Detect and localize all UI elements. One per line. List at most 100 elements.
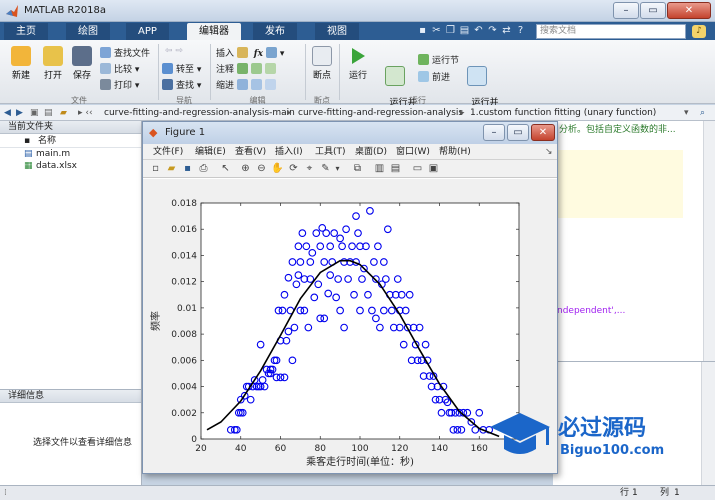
cut-icon[interactable]: ✂	[430, 24, 443, 37]
tab-publish[interactable]: 发布	[253, 23, 297, 40]
comment-button[interactable]: 注释	[216, 62, 279, 75]
y-tick-label: 0.016	[171, 225, 197, 235]
menu-insert[interactable]: 插入(I)	[275, 144, 303, 160]
path-segment[interactable]: curve-fitting-and-regression-analysis-ma…	[104, 105, 295, 121]
zoom-out-icon[interactable]: ⊖	[255, 162, 268, 175]
open-icon[interactable]: ▰	[165, 162, 178, 175]
compare-button[interactable]: 比较 ▾	[100, 62, 139, 75]
notification-icon[interactable]: ♪	[692, 25, 706, 38]
pointer-icon[interactable]: ↖	[219, 162, 232, 175]
find-files-button[interactable]: 查找文件	[100, 46, 150, 59]
run-button[interactable]: 运行	[344, 46, 372, 81]
help-icon[interactable]: ?	[514, 24, 527, 37]
print-icon[interactable]: ⎙	[197, 162, 210, 175]
path-segment[interactable]: 1.custom function fitting (unary functio…	[470, 105, 656, 121]
hide-plot-tools-icon[interactable]: ▭	[411, 162, 424, 175]
y-tick-label: 0.014	[171, 251, 197, 261]
redo-icon[interactable]: ↷	[486, 24, 499, 37]
new-figure-icon[interactable]: ▫	[149, 162, 162, 175]
find-files-icon	[100, 47, 111, 58]
figure-minimize-button[interactable]: –	[483, 124, 505, 141]
goto-button[interactable]: 转至 ▾	[162, 62, 201, 75]
minimize-button[interactable]: –	[613, 2, 639, 19]
find-button[interactable]: 查找 ▾	[162, 78, 201, 91]
path-segment[interactable]: curve-fitting-and-regression-analysis	[298, 105, 463, 121]
column-header[interactable]: ▪ 名称	[0, 134, 141, 148]
tab-plots[interactable]: 绘图	[66, 23, 110, 40]
close-button[interactable]: ✕	[667, 2, 711, 19]
browse-folder-icon[interactable]: ▰	[60, 105, 67, 121]
y-tick-label: 0.012	[171, 278, 197, 288]
menu-window[interactable]: 窗口(W)	[396, 144, 430, 160]
legend-icon[interactable]: ▤	[389, 162, 402, 175]
goto-icon	[162, 63, 173, 74]
zoom-in-icon[interactable]: ⊕	[239, 162, 252, 175]
menu-view[interactable]: 查看(V)	[235, 144, 266, 160]
menu-desktop[interactable]: 桌面(D)	[355, 144, 387, 160]
show-plot-tools-icon[interactable]: ▣	[427, 162, 440, 175]
data-cursor-icon[interactable]: ⌖	[303, 162, 316, 175]
ribbon-tab-strip: 主页 绘图 APP 编辑器 发布 视图 ▪ ✂ ❐ ▤ ↶ ↷ ⇄? 搜索文档 ♪	[0, 22, 715, 40]
advance-button[interactable]: 前进	[418, 70, 450, 83]
tab-home[interactable]: 主页	[4, 23, 48, 40]
y-axis-label: 频率	[149, 311, 162, 331]
figure-close-button[interactable]: ✕	[531, 124, 555, 141]
menu-tools[interactable]: 工具(T)	[315, 144, 346, 160]
sort-icon: ▪	[24, 136, 31, 146]
switch-window-icon[interactable]: ⇄	[500, 24, 513, 37]
figure-logo-icon: ◆	[149, 126, 158, 139]
y-tick-label: 0.004	[171, 383, 197, 393]
copy-icon[interactable]: ❐	[444, 24, 457, 37]
save-icon[interactable]: ▪	[181, 162, 194, 175]
row-label: 行	[620, 488, 630, 498]
breakpoints-button[interactable]: 断点	[308, 46, 336, 81]
y-tick-label: 0.008	[171, 330, 197, 340]
open-button[interactable]: 打开	[38, 46, 68, 81]
forward-icon[interactable]: ▶	[16, 105, 23, 121]
list-item[interactable]: ▦ data.xlsx	[0, 160, 141, 172]
new-button[interactable]: 新建	[6, 46, 36, 81]
tab-view[interactable]: 视图	[315, 23, 359, 40]
editor-scrollbar[interactable]	[703, 121, 715, 361]
up-folder-icon[interactable]: ▣	[30, 105, 39, 121]
back-icon[interactable]: ◀	[4, 105, 11, 121]
svg-text:Biguo100.com: Biguo100.com	[560, 443, 664, 458]
link-plot-icon[interactable]: ⧉	[351, 162, 364, 175]
dock-icon[interactable]: ↘	[545, 144, 553, 160]
run-time-icon	[467, 66, 487, 86]
paste-icon[interactable]: ▤	[458, 24, 471, 37]
pan-icon[interactable]: ✋	[271, 162, 284, 175]
tab-editor[interactable]: 编辑器	[187, 23, 241, 40]
parent-folder-icon[interactable]: ▤	[44, 105, 53, 121]
menu-help[interactable]: 帮助(H)	[439, 144, 471, 160]
watermark-logo: 必过源码 Biguo100.com	[480, 405, 715, 465]
code-cell-highlight	[553, 150, 683, 218]
colorbar-icon[interactable]: ▥	[373, 162, 386, 175]
maximize-button[interactable]: ▭	[640, 2, 666, 19]
brush-dropdown-icon[interactable]: ▾	[331, 162, 344, 175]
status-bar: ⁞ 行 1 列 1	[0, 485, 715, 500]
run-section-button[interactable]: 运行节	[418, 53, 459, 66]
uncomment-icon	[250, 63, 262, 74]
x-tick-label: 20	[195, 444, 207, 454]
figure-maximize-button[interactable]: ▭	[507, 124, 529, 141]
insert-button[interactable]: 插入 fx ▾	[216, 46, 284, 59]
menu-file[interactable]: 文件(F)	[153, 144, 183, 160]
new-icon	[11, 46, 31, 66]
indent-button[interactable]: 缩进	[216, 78, 279, 91]
menu-edit[interactable]: 编辑(E)	[195, 144, 226, 160]
undo-icon[interactable]: ↶	[472, 24, 485, 37]
tab-apps[interactable]: APP	[126, 23, 169, 40]
open-folder-icon	[43, 46, 63, 66]
title-bar: MATLAB R2018a – ▭ ✕	[0, 0, 715, 22]
save-icon	[72, 46, 92, 66]
save-icon[interactable]: ▪	[416, 24, 429, 37]
print-button[interactable]: 打印 ▾	[100, 78, 139, 91]
list-item[interactable]: ▤ main.m	[0, 148, 141, 160]
rotate-icon[interactable]: ⟳	[287, 162, 300, 175]
search-icon[interactable]: ⌕	[700, 105, 705, 121]
col-label: 列	[660, 488, 670, 498]
chevron-down-icon[interactable]: ▾	[684, 105, 689, 121]
save-button[interactable]: 保存	[68, 46, 96, 81]
search-input[interactable]: 搜索文档	[536, 24, 686, 39]
